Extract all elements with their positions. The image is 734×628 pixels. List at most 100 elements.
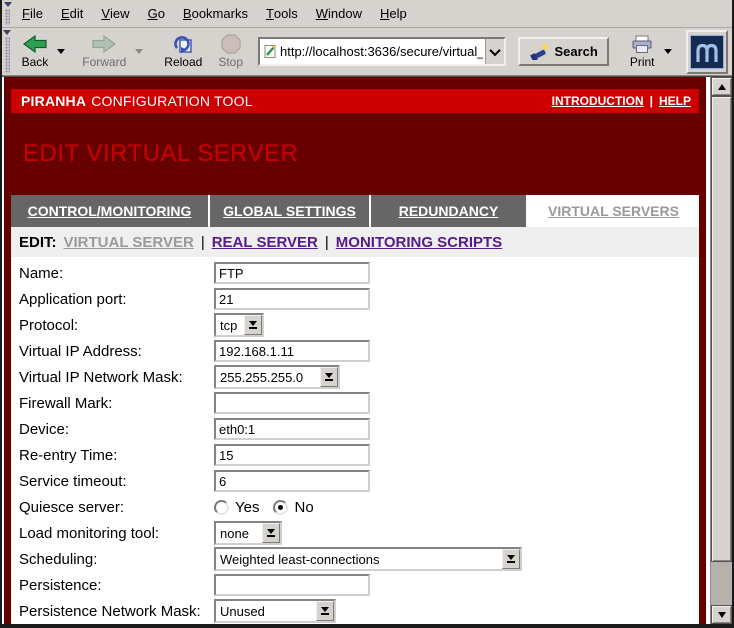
menu-help[interactable]: Help xyxy=(371,0,416,27)
label-application-port: Application port: xyxy=(11,291,214,308)
print-label: Print xyxy=(630,55,655,69)
print-dropdown[interactable] xyxy=(664,49,672,54)
stop-label: Stop xyxy=(218,55,243,69)
scroll-up-button[interactable] xyxy=(711,77,732,96)
menu-window[interactable]: Window xyxy=(307,0,371,27)
stop-button[interactable]: Stop xyxy=(213,30,248,74)
scrollbar-track[interactable] xyxy=(711,96,732,605)
reload-label: Reload xyxy=(164,55,202,69)
print-button[interactable]: Print xyxy=(625,30,660,74)
tab-label: REDUNDANCY xyxy=(399,203,499,219)
quiesce-radio-group: Yes No xyxy=(214,499,322,516)
select-value: tcp xyxy=(216,318,244,333)
select-value: Unused xyxy=(216,604,316,619)
search-label: Search xyxy=(554,44,597,59)
quiesce-no-radio[interactable] xyxy=(273,500,288,515)
back-history-dropdown[interactable] xyxy=(57,49,65,54)
form-row: Virtual IP Network Mask: 255.255.255.0 xyxy=(11,364,699,390)
forward-history-dropdown[interactable] xyxy=(135,49,143,54)
application-port-input[interactable] xyxy=(214,288,370,310)
service-timeout-input[interactable] xyxy=(214,470,370,492)
label-persistence: Persistence: xyxy=(11,577,214,594)
select-value: none xyxy=(216,526,262,541)
form-row: Virtual IP Address: xyxy=(11,338,699,364)
persistence-netmask-select[interactable]: Unused xyxy=(214,599,336,623)
tab-redundancy[interactable]: REDUNDANCY xyxy=(371,195,526,227)
navigation-toolbar: Back Forward Reload Stop xyxy=(2,28,732,76)
help-link[interactable]: HELP xyxy=(659,94,691,108)
quiesce-yes-label: Yes xyxy=(235,499,259,516)
menu-bar: File Edit View Go Bookmarks Tools Window… xyxy=(2,0,732,28)
introduction-link[interactable]: INTRODUCTION xyxy=(552,94,644,108)
dropdown-arrow-icon xyxy=(262,523,280,543)
label-firewall-mark: Firewall Mark: xyxy=(11,395,214,412)
url-dropdown-button[interactable] xyxy=(485,39,504,64)
tab-control-monitoring[interactable]: CONTROL/MONITORING xyxy=(11,195,208,227)
back-button[interactable]: Back xyxy=(17,30,54,74)
back-icon xyxy=(22,34,48,54)
tab-global-settings[interactable]: GLOBAL SETTINGS xyxy=(210,195,369,227)
page-proxy-icon xyxy=(263,44,278,59)
mozilla-logo-icon xyxy=(690,35,724,69)
page-body: CONTROL/MONITORING GLOBAL SETTINGS REDUN… xyxy=(11,195,699,624)
collapse-arrow-icon xyxy=(3,30,11,35)
select-value: Weighted least-connections xyxy=(216,552,502,567)
label-persistence-network-mask: Persistence Network Mask: xyxy=(11,603,214,620)
reload-icon xyxy=(172,34,194,54)
app-title: PIRANHACONFIGURATION TOOL xyxy=(21,93,253,109)
subnav-real-server[interactable]: REAL SERVER xyxy=(212,234,318,251)
vertical-scrollbar[interactable] xyxy=(710,77,732,624)
menubar-grip[interactable] xyxy=(2,0,13,27)
name-input[interactable] xyxy=(214,262,370,284)
menu-bookmarks[interactable]: Bookmarks xyxy=(174,0,257,27)
url-bar[interactable] xyxy=(258,37,506,66)
mozilla-logo-button[interactable] xyxy=(686,30,729,74)
menu-go[interactable]: Go xyxy=(139,0,174,27)
device-input[interactable] xyxy=(214,418,370,440)
label-protocol: Protocol: xyxy=(11,317,214,334)
header-links-separator: | xyxy=(650,94,653,108)
scheduling-select[interactable]: Weighted least-connections xyxy=(214,547,522,571)
forward-label: Forward xyxy=(82,55,126,69)
reload-button[interactable]: Reload xyxy=(159,30,207,74)
quiesce-yes-radio[interactable] xyxy=(214,500,229,515)
persistence-input[interactable] xyxy=(214,574,370,596)
reentry-time-input[interactable] xyxy=(214,444,370,466)
subnav-monitoring-scripts[interactable]: MONITORING SCRIPTS xyxy=(336,234,502,251)
scroll-down-button[interactable] xyxy=(711,605,732,624)
print-icon xyxy=(630,35,654,54)
load-monitoring-select[interactable]: none xyxy=(214,521,282,545)
toolbar-grip[interactable] xyxy=(2,28,13,75)
quiesce-no-label: No xyxy=(294,499,313,516)
subnav-prefix: EDIT: xyxy=(19,234,57,251)
url-input[interactable] xyxy=(278,44,485,59)
edit-subnav: EDIT: VIRTUAL SERVER | REAL SERVER | MON… xyxy=(11,227,699,257)
arrow-up-icon xyxy=(718,84,726,90)
search-button[interactable]: Search xyxy=(518,37,608,66)
forward-button[interactable]: Forward xyxy=(77,30,131,74)
menu-edit[interactable]: Edit xyxy=(52,0,92,27)
page-title: EDIT VIRTUAL SERVER xyxy=(23,140,298,168)
firewall-mark-input[interactable] xyxy=(214,392,370,414)
label-name: Name: xyxy=(11,265,214,282)
virtual-ip-netmask-select[interactable]: 255.255.255.0 xyxy=(214,365,340,389)
tab-label: GLOBAL SETTINGS xyxy=(223,203,356,219)
virtual-ip-address-input[interactable] xyxy=(214,340,370,362)
chevron-down-icon xyxy=(490,44,501,55)
menu-tools[interactable]: Tools xyxy=(257,0,307,27)
form-row: Quiesce server: Yes No xyxy=(11,494,699,520)
scrollbar-thumb[interactable] xyxy=(711,96,732,562)
menu-file[interactable]: File xyxy=(13,0,52,27)
menu-view[interactable]: View xyxy=(92,0,138,27)
label-scheduling: Scheduling: xyxy=(11,551,214,568)
collapse-arrow-icon xyxy=(4,2,12,7)
header-links: INTRODUCTION | HELP xyxy=(552,94,691,108)
protocol-select[interactable]: tcp xyxy=(214,313,264,337)
app-title-suffix: CONFIGURATION TOOL xyxy=(91,93,253,109)
form-row: Name: xyxy=(11,260,699,286)
arrow-down-icon xyxy=(718,612,726,618)
page-viewport: PIRANHACONFIGURATION TOOL INTRODUCTION |… xyxy=(2,77,710,624)
form-row: Scheduling: Weighted least-connections xyxy=(11,546,699,572)
label-load-monitoring-tool: Load monitoring tool: xyxy=(11,525,214,542)
form-row: Persistence: xyxy=(11,572,699,598)
